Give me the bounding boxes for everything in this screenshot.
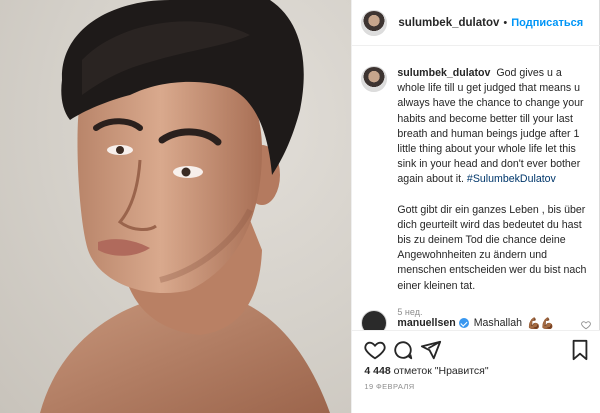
follow-button[interactable]: Подписаться (511, 17, 583, 29)
caption-text-german: Gott gibt dir ein ganzes Leben , bis übe… (397, 203, 587, 292)
caption-username[interactable]: sulumbek_dulatov (397, 67, 490, 79)
comment-text: Mashallah (473, 317, 522, 329)
heart-icon[interactable] (364, 339, 386, 366)
author-username[interactable]: sulumbek_dulatov (398, 17, 499, 29)
verified-badge-icon (458, 318, 469, 328)
caption: sulumbek_dulatov God gives u a whole lif… (361, 66, 591, 320)
action-icons (364, 339, 590, 361)
likes-label: отметок "Нравится" (393, 365, 489, 377)
post-actions: 4 448 отметок "Нравится" 19 февраля (352, 330, 600, 413)
bookmark-icon[interactable] (570, 339, 590, 366)
instagram-post: sulumbek_dulatov • Подписаться sulumbek_… (0, 0, 600, 413)
post-sidebar: sulumbek_dulatov • Подписаться sulumbek_… (351, 0, 600, 413)
caption-avatar[interactable] (361, 66, 388, 92)
post-date[interactable]: 19 февраля (364, 382, 414, 391)
comment-emoji: 💪🏾💪🏾 (527, 317, 555, 330)
likes-number: 4 448 (364, 365, 391, 377)
post-photo[interactable] (0, 0, 352, 413)
portrait-image (40, 0, 330, 413)
caption-hashtag[interactable]: #SulumbekDulatov (467, 173, 556, 185)
caption-body: sulumbek_dulatov God gives u a whole lif… (397, 66, 591, 320)
likes-count[interactable]: 4 448 отметок "Нравится" (364, 365, 488, 377)
post-header: sulumbek_dulatov • Подписаться (352, 0, 600, 46)
author-avatar[interactable] (361, 9, 388, 36)
commenter-username[interactable]: manuellsen (397, 317, 455, 329)
caption-text: God gives u a whole life till u get judg… (397, 67, 584, 186)
share-icon[interactable] (420, 339, 442, 366)
header-separator: • (503, 16, 508, 29)
comment-icon[interactable] (392, 339, 414, 366)
